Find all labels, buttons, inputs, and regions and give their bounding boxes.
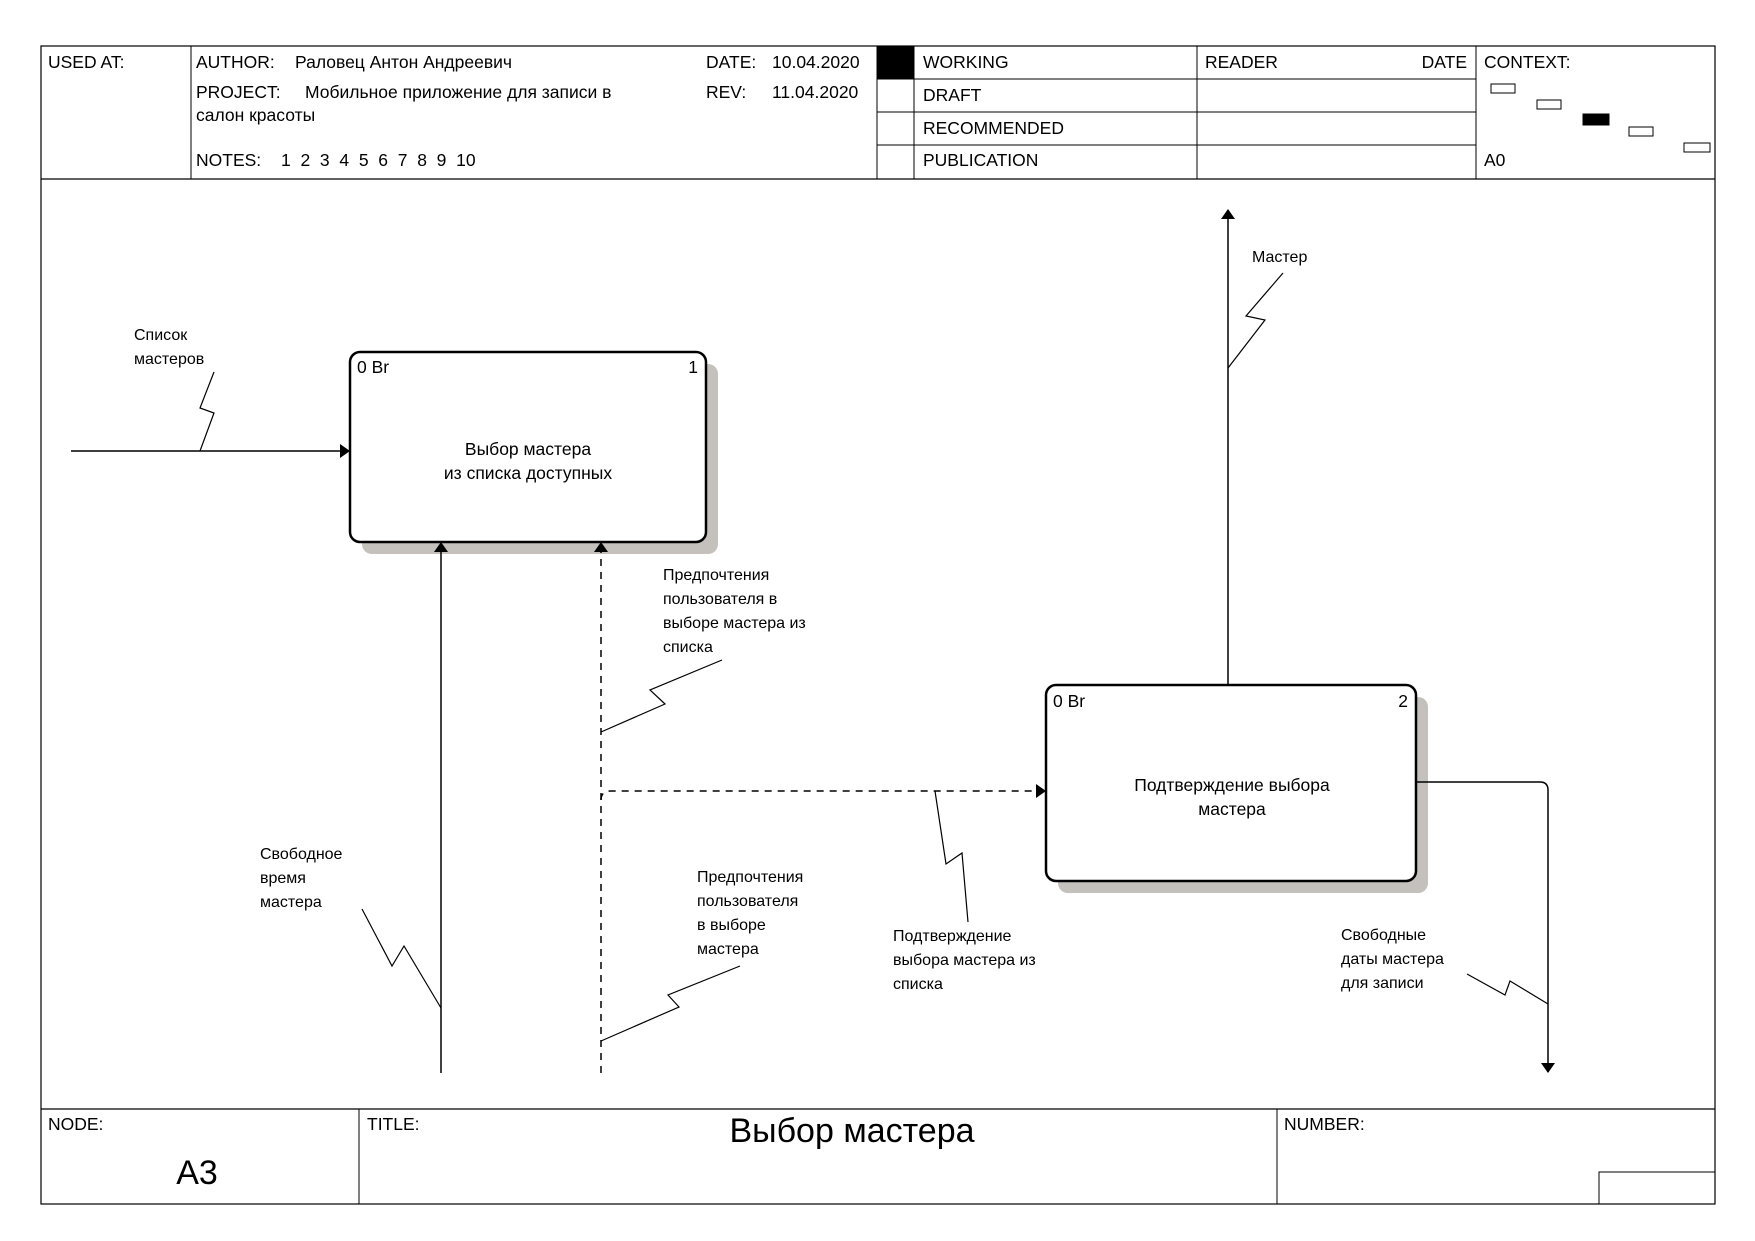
activity-box-2[interactable]: 0 Br 2 Подтверждение выбора мастера — [1044, 683, 1428, 893]
arrow-pref1-squiggle — [600, 659, 723, 733]
box-1-number: 1 — [688, 357, 698, 377]
arrow-spisok-squiggle — [199, 371, 215, 452]
reader-date-label: DATE — [1422, 52, 1467, 72]
arrow-spisok-masterov[interactable]: Список мастеров — [71, 327, 350, 458]
context-node: A0 — [1484, 150, 1506, 170]
box-2-number: 2 — [1398, 691, 1408, 711]
arrow-free-dates-label-line3: для записи — [1341, 975, 1424, 992]
rev-label: REV: — [706, 82, 746, 102]
diagram-title: Выбор мастера — [729, 1112, 974, 1150]
idef0-diagram-sheet: USED AT: AUTHOR: Раловец Антон Андреевич… — [40, 45, 1716, 1205]
node-value: A3 — [176, 1154, 218, 1192]
context-map-icon — [1490, 83, 1711, 153]
arrow-master-squiggle — [1227, 272, 1284, 369]
arrow-pref2-label-line2: пользователя — [697, 893, 798, 910]
number-label: NUMBER: — [1284, 1114, 1365, 1134]
arrow-confirm-branch[interactable]: Подтверждение выбора мастера из списка — [600, 784, 1046, 993]
arrow-master-output[interactable]: Мастер — [1221, 209, 1307, 684]
status-draft: DRAFT — [923, 85, 982, 105]
arrow-svobodnoe-label-line1: Свободное — [260, 846, 343, 863]
arrow-spisok-label-line1: Список — [134, 327, 188, 344]
arrow-pref2-label-line3: в выборе — [697, 917, 766, 934]
arrow-free-dates-label-line2: даты мастера — [1341, 951, 1444, 968]
author-name: Раловец Антон Андреевич — [295, 52, 512, 72]
date-value: 10.04.2020 — [772, 52, 860, 72]
header-block: USED AT: AUTHOR: Раловец Антон Андреевич… — [41, 46, 1715, 180]
footer-block: NODE: A3 TITLE: Выбор мастера NUMBER: — [41, 1108, 1716, 1205]
project-label: PROJECT: — [196, 82, 281, 102]
box-2-corner-label: 0 Br — [1053, 691, 1085, 711]
project-name-line1: Мобильное приложение для записи в — [305, 82, 611, 102]
diagram-body: 0 Br 1 Выбор мастера из списка доступных… — [71, 209, 1555, 1073]
arrow-pref1-label-line1: Предпочтения — [663, 567, 769, 584]
arrow-predpochteniya-2[interactable]: Предпочтения пользователя в выборе масте… — [600, 869, 803, 1042]
rev-value: 11.04.2020 — [772, 82, 859, 102]
arrow-pref1-label-line2: пользователя в — [663, 591, 777, 608]
arrow-spisok-label-line2: мастеров — [134, 351, 204, 368]
page-number-box — [1598, 1171, 1716, 1205]
arrow-confirm-squiggle — [934, 790, 969, 923]
arrow-confirm-label-line2: выбора мастера из — [893, 952, 1036, 969]
arrow-free-dates-squiggle — [1466, 973, 1549, 1005]
activity-box-1[interactable]: 0 Br 1 Выбор мастера из списка доступных — [348, 350, 718, 554]
box-1-title-line1: Выбор мастера — [465, 439, 591, 459]
arrow-svobodnoe-squiggle — [361, 908, 442, 1009]
author-label: AUTHOR: — [196, 52, 275, 72]
context-label: CONTEXT: — [1484, 52, 1571, 72]
arrow-svobodnoe-label-line2: время — [260, 870, 306, 887]
arrow-free-dates-label-line1: Свободные — [1341, 927, 1426, 944]
node-label: NODE: — [48, 1114, 103, 1134]
arrow-master-label: Мастер — [1252, 249, 1307, 266]
notes-numbers: 1 2 3 4 5 6 7 8 9 10 — [281, 150, 476, 170]
box-1-corner-label: 0 Br — [357, 357, 389, 377]
title-label: TITLE: — [367, 1114, 420, 1134]
project-name-line2: салон красоты — [196, 105, 315, 125]
box-2-title-line1: Подтверждение выбора — [1134, 775, 1330, 795]
working-status-indicator — [877, 46, 914, 79]
date-label: DATE: — [706, 52, 756, 72]
arrow-predpochteniya-1[interactable]: Предпочтения пользователя в выборе масте… — [594, 542, 806, 1073]
reader-label: READER — [1205, 52, 1278, 72]
arrow-pref2-label-line1: Предпочтения — [697, 869, 803, 886]
arrow-confirm-label-line3: списка — [893, 976, 943, 993]
notes-label: NOTES: — [196, 150, 261, 170]
box-1-title-line2: из списка доступных — [444, 463, 612, 483]
arrow-svobodnoe-label-line3: мастера — [260, 894, 322, 911]
arrow-svobodnoe-vremya[interactable]: Свободное время мастера — [260, 542, 448, 1073]
arrow-pref2-label-line4: мастера — [697, 941, 759, 958]
status-recommended: RECOMMENDED — [923, 118, 1064, 138]
arrow-confirm-label-line1: Подтверждение — [893, 928, 1012, 945]
status-working: WORKING — [923, 52, 1009, 72]
arrow-pref1-label-line4: списка — [663, 639, 713, 656]
used-at-label: USED AT: — [48, 52, 125, 72]
box-2-title-line2: мастера — [1198, 799, 1266, 819]
arrow-pref2-squiggle — [600, 965, 741, 1042]
arrow-pref1-label-line3: выборе мастера из — [663, 615, 806, 632]
status-publication: PUBLICATION — [923, 150, 1038, 170]
